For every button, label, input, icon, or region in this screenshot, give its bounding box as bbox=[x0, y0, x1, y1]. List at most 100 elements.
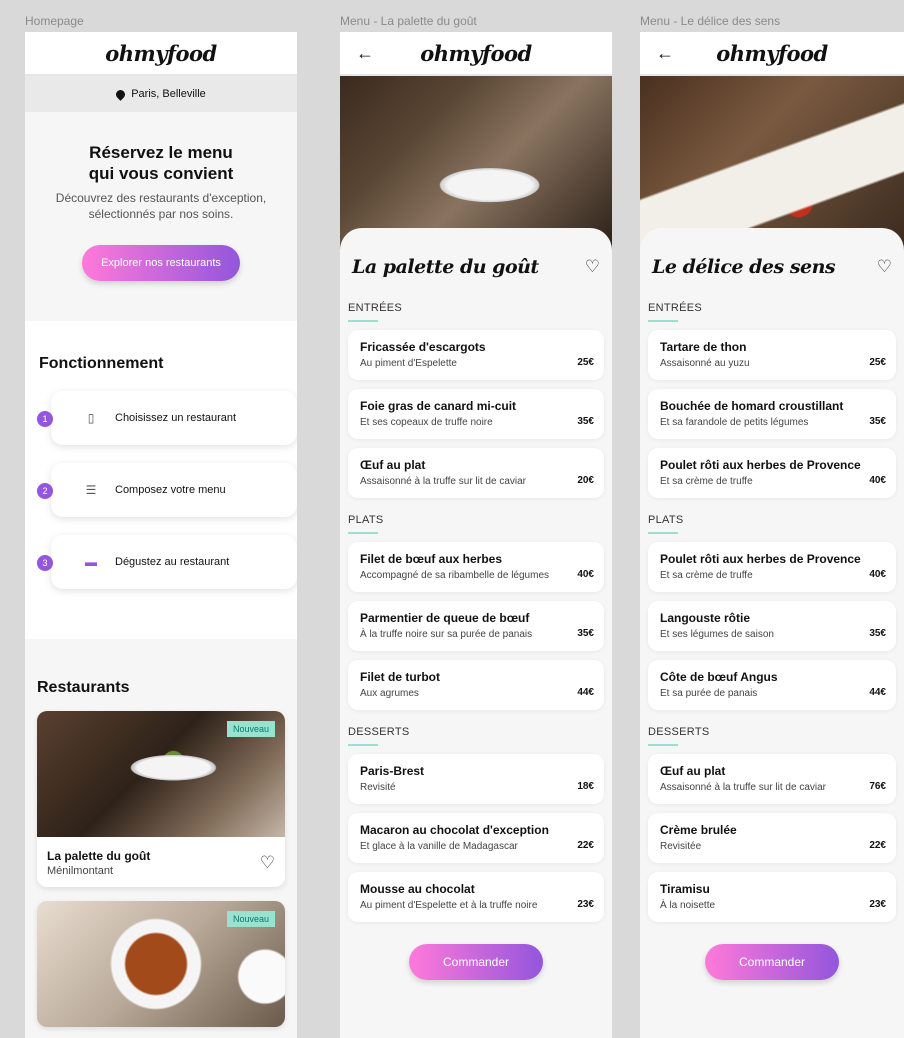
dish-description: Assaisonné au yuzu bbox=[660, 358, 750, 369]
dish-price: 35€ bbox=[869, 628, 886, 639]
dish-name: Poulet rôti aux herbes de Provence bbox=[660, 458, 861, 472]
dish-description: Et glace à la vanille de Madagascar bbox=[360, 841, 518, 852]
dish-price: 40€ bbox=[869, 569, 886, 580]
dish-name: Bouchée de homard croustillant bbox=[660, 399, 844, 413]
dish-name: Tiramisu bbox=[660, 882, 710, 896]
restaurant-card[interactable]: Nouveau La palette du goût Ménilmontant … bbox=[37, 711, 285, 887]
menu-item[interactable]: Œuf au plat Assaisonné à la truffe sur li… bbox=[648, 754, 896, 804]
menu-item[interactable]: Macaron au chocolat d'exception Et glace … bbox=[348, 813, 604, 863]
menu-screen-delice: ← ohmyfood Le délice des sens ♡ ENTRÉES … bbox=[640, 32, 904, 1038]
dish-description: Et sa crème de truffe bbox=[660, 570, 753, 581]
explore-restaurants-button[interactable]: Explorer nos restaurants bbox=[82, 245, 240, 281]
dish-name: Crème brulée bbox=[660, 823, 737, 837]
menu-item[interactable]: Filet de bœuf aux herbes Accompagné de sa… bbox=[348, 542, 604, 592]
how-title: Fonctionnement bbox=[39, 355, 164, 372]
step-card[interactable]: 3 ▬ Dégustez au restaurant bbox=[37, 535, 297, 589]
header: ohmyfood bbox=[25, 32, 297, 76]
menu-item[interactable]: Tiramisu À la noisette 23€ bbox=[648, 872, 896, 922]
menu-item[interactable]: Foie gras de canard mi-cuit Et ses copeau… bbox=[348, 389, 604, 439]
hero-section: Réservez le menu qui vous convient Décou… bbox=[25, 112, 297, 321]
plate-icon: ▬ bbox=[85, 555, 97, 569]
restaurant-card[interactable]: Nouveau bbox=[37, 901, 285, 1027]
header: ← ohmyfood bbox=[640, 32, 904, 76]
dish-description: Et sa purée de panais bbox=[660, 688, 758, 699]
menu-item[interactable]: Filet de turbot Aux agrumes 44€ bbox=[348, 660, 604, 710]
menu-item[interactable]: Crème brulée Revisitée 22€ bbox=[648, 813, 896, 863]
menu-hero-image bbox=[340, 76, 612, 252]
menu-title: La palette du goût bbox=[352, 256, 539, 278]
menu-sheet: Le délice des sens ♡ ENTRÉES Tartare de … bbox=[640, 228, 904, 980]
dish-description: Aux agrumes bbox=[360, 688, 419, 699]
step-card[interactable]: 1 ▯ Choisissez un restaurant bbox=[37, 391, 297, 445]
restaurants-title: Restaurants bbox=[37, 679, 130, 696]
menu-item[interactable]: Poulet rôti aux herbes de Provence Et sa … bbox=[648, 542, 896, 592]
menu-item[interactable]: Mousse au chocolat Au piment d'Espelette … bbox=[348, 872, 604, 922]
order-button[interactable]: Commander bbox=[409, 944, 543, 980]
restaurant-name: La palette du goût bbox=[47, 849, 151, 863]
dish-name: Langouste rôtie bbox=[660, 611, 751, 625]
order-button[interactable]: Commander bbox=[705, 944, 839, 980]
logo[interactable]: ohmyfood bbox=[105, 41, 217, 66]
hero-title: Réservez le menu qui vous convient bbox=[88, 143, 234, 183]
header: ← ohmyfood bbox=[340, 32, 612, 76]
dish-description: Revisité bbox=[360, 782, 396, 793]
dish-price: 35€ bbox=[577, 628, 594, 639]
restaurant-image: Nouveau bbox=[37, 901, 285, 1027]
menu-item[interactable]: Bouchée de homard croustillant Et sa fara… bbox=[648, 389, 896, 439]
dish-price: 23€ bbox=[869, 899, 886, 910]
dish-description: Au piment d'Espelette bbox=[360, 358, 457, 369]
new-badge: Nouveau bbox=[226, 721, 275, 737]
dish-price: 35€ bbox=[869, 416, 886, 427]
dish-price: 25€ bbox=[869, 357, 886, 368]
dish-name: Foie gras de canard mi-cuit bbox=[360, 399, 517, 413]
step-label: Composez votre menu bbox=[115, 484, 226, 496]
category-desserts: DESSERTS bbox=[348, 726, 612, 746]
dish-name: Filet de turbot bbox=[360, 670, 440, 684]
dish-price: 40€ bbox=[869, 475, 886, 486]
dish-price: 76€ bbox=[869, 781, 886, 792]
step-card[interactable]: 2 ☰ Composez votre menu bbox=[37, 463, 297, 517]
step-number: 3 bbox=[37, 555, 53, 571]
logo[interactable]: ohmyfood bbox=[420, 41, 532, 66]
location-pin-icon bbox=[114, 87, 128, 101]
location-text: Paris, Belleville bbox=[131, 88, 206, 100]
category-entrees: ENTRÉES bbox=[648, 302, 904, 322]
menu-hero-image bbox=[640, 76, 904, 252]
dish-name: Parmentier de queue de bœuf bbox=[360, 611, 530, 625]
menu-sheet: La palette du goût ♡ ENTRÉES Fricassée d… bbox=[340, 228, 612, 980]
category-plats: PLATS bbox=[348, 514, 612, 534]
dish-description: Assaisonné à la truffe sur lit de caviar bbox=[660, 782, 827, 793]
frame-label-homepage: Homepage bbox=[25, 14, 84, 28]
logo[interactable]: ohmyfood bbox=[716, 41, 828, 66]
dish-description: À la truffe noire sur sa purée de panais bbox=[360, 629, 533, 640]
menu-item[interactable]: Paris-Brest Revisité 18€ bbox=[348, 754, 604, 804]
dish-description: Et sa crème de truffe bbox=[660, 476, 753, 487]
back-arrow-icon[interactable]: ← bbox=[356, 43, 374, 64]
menu-title: Le délice des sens bbox=[652, 256, 836, 278]
dish-name: Macaron au chocolat d'exception bbox=[360, 823, 549, 837]
back-arrow-icon[interactable]: ← bbox=[656, 43, 674, 64]
menu-item[interactable]: Poulet rôti aux herbes de Provence Et sa … bbox=[648, 448, 896, 498]
frame-label-menu-1: Menu - La palette du goût bbox=[340, 14, 477, 28]
dish-description: Revisitée bbox=[660, 841, 702, 852]
dish-price: 44€ bbox=[869, 687, 886, 698]
menu-item[interactable]: Parmentier de queue de bœuf À la truffe n… bbox=[348, 601, 604, 651]
dish-description: Au piment d'Espelette et à la truffe noi… bbox=[360, 900, 538, 911]
menu-item[interactable]: Côte de bœuf Angus Et sa purée de panais 4… bbox=[648, 660, 896, 710]
menu-item[interactable]: Œuf au plat Assaisonné à la truffe sur li… bbox=[348, 448, 604, 498]
menu-item[interactable]: Tartare de thon Assaisonné au yuzu 25€ bbox=[648, 330, 896, 380]
list-icon: ☰ bbox=[85, 483, 97, 497]
dish-price: 35€ bbox=[577, 416, 594, 427]
dish-name: Côte de bœuf Angus bbox=[660, 670, 778, 684]
heart-icon[interactable]: ♡ bbox=[877, 257, 892, 277]
menu-item[interactable]: Fricassée d'escargots Au piment d'Espelet… bbox=[348, 330, 604, 380]
location-bar[interactable]: Paris, Belleville bbox=[25, 76, 297, 112]
dish-description: Et ses copeaux de truffe noire bbox=[360, 417, 493, 428]
menu-item[interactable]: Langouste rôtie Et ses légumes de saison 3… bbox=[648, 601, 896, 651]
heart-icon[interactable]: ♡ bbox=[585, 257, 600, 277]
dish-price: 20€ bbox=[577, 475, 594, 486]
dish-description: Et sa farandole de petits légumes bbox=[660, 417, 809, 428]
category-desserts: DESSERTS bbox=[648, 726, 904, 746]
heart-icon[interactable]: ♡ bbox=[260, 853, 275, 873]
dish-name: Mousse au chocolat bbox=[360, 882, 475, 896]
